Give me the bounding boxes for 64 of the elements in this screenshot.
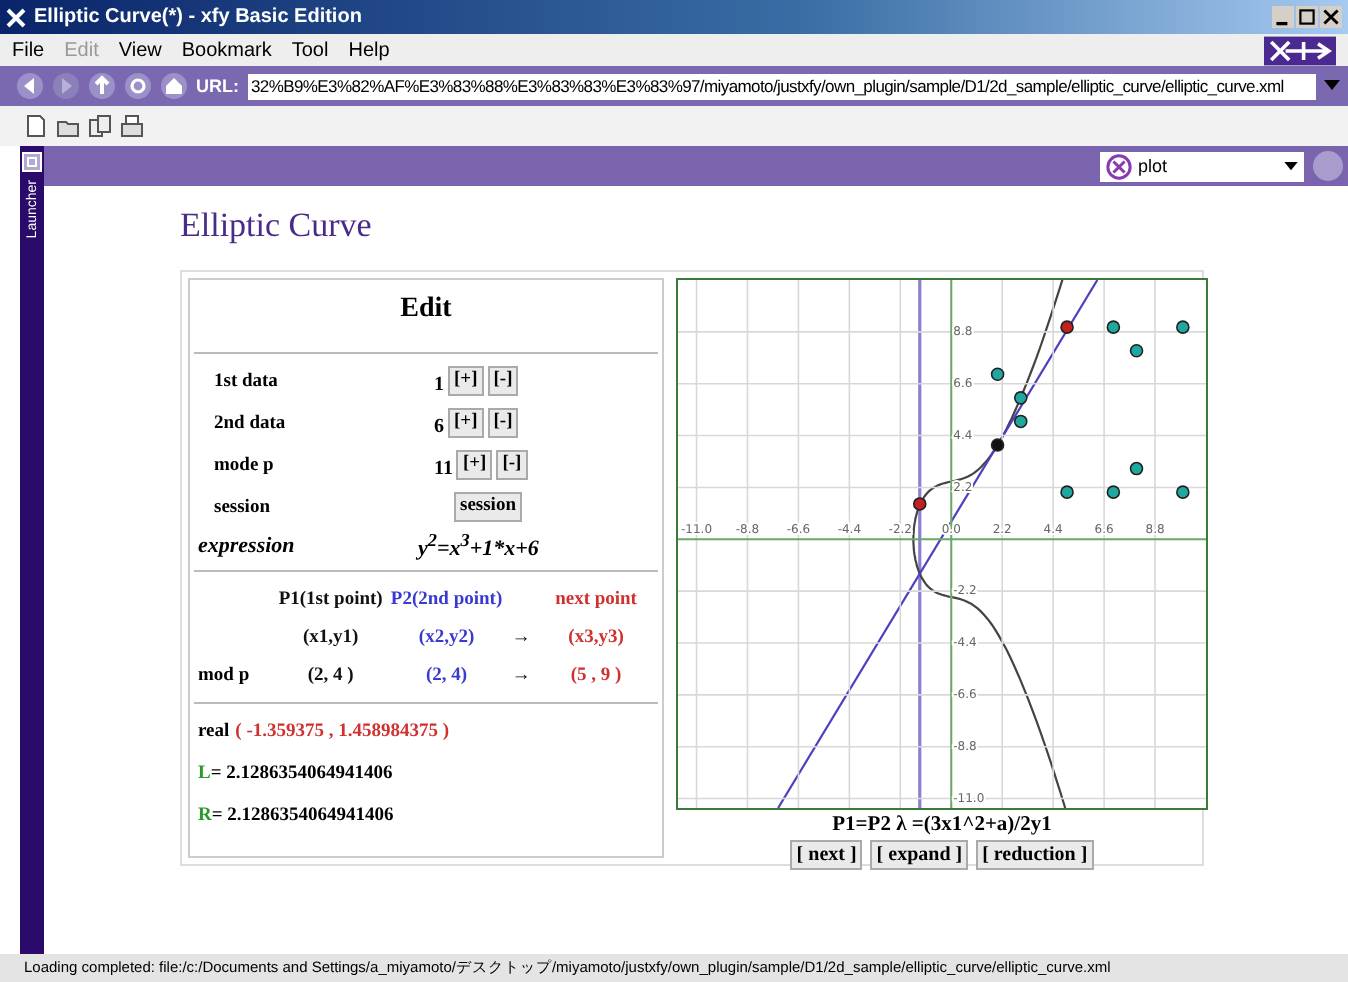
plot-button[interactable]: [ expand ] bbox=[870, 840, 969, 870]
row-label: mode p bbox=[212, 455, 276, 475]
result-name: L bbox=[198, 763, 211, 783]
maximize-icon[interactable] bbox=[1296, 6, 1318, 28]
copy-icon[interactable] bbox=[88, 114, 112, 138]
arrow-text: → bbox=[509, 665, 533, 685]
minimize-icon[interactable] bbox=[1272, 6, 1294, 28]
close-icon[interactable] bbox=[1320, 6, 1342, 28]
window-title: Elliptic Curve(*) - xfy Basic Edition bbox=[34, 6, 362, 28]
table-cell-text: (x3,y3) bbox=[566, 627, 626, 647]
plugin-select[interactable]: plot bbox=[1100, 151, 1304, 181]
value-text: 1 bbox=[434, 374, 444, 396]
menu-item[interactable]: File bbox=[12, 39, 45, 61]
step-button[interactable]: [+] bbox=[448, 366, 484, 396]
lambda-formula: P1=P2 λ =(3x1^2+a)/2y1 bbox=[832, 814, 1052, 836]
plot-button[interactable]: [ reduction ] bbox=[976, 840, 1094, 870]
row-label: 2nd data bbox=[212, 413, 288, 433]
table-cell-text: (x2,y2) bbox=[416, 627, 477, 647]
session-button[interactable]: session bbox=[454, 492, 522, 522]
column-header: next point bbox=[553, 589, 639, 609]
table-cell-text: (x1,y1) bbox=[300, 627, 361, 647]
back-icon[interactable] bbox=[16, 72, 44, 100]
row-label: 1st data bbox=[212, 371, 280, 391]
table-cell-text: (5 , 9 ) bbox=[568, 665, 624, 685]
edit-title: Edit bbox=[398, 292, 454, 328]
value-text: 6 bbox=[434, 416, 444, 438]
step-button[interactable]: [-] bbox=[487, 366, 519, 396]
url-field[interactable]: 32%B9%E3%82%AF%E3%83%88%E3%83%83%E3%83%97/miyamoto/justxfy/own_plugin/sample/D1/2d_sample/elliptic_curve/elliptic_curve.xml bbox=[247, 73, 1316, 99]
dropdown-arrow-icon bbox=[1284, 161, 1298, 171]
curve-equation: y$^{2}$=x$^{3}$+1*x+6 bbox=[418, 530, 539, 562]
real-label: real bbox=[198, 721, 230, 741]
menu-item[interactable]: Tool bbox=[291, 39, 329, 61]
result-value: = 2.1286354064941406 bbox=[211, 805, 394, 825]
real-value: ( -1.359375 , 1.458984375 ) bbox=[235, 721, 450, 741]
arrow-text: → bbox=[509, 627, 533, 647]
menu-item[interactable]: View bbox=[118, 39, 162, 61]
brand-logo-icon bbox=[1264, 35, 1336, 65]
reload-icon[interactable] bbox=[124, 72, 152, 100]
home-icon[interactable] bbox=[160, 72, 188, 100]
row-label: mod p bbox=[198, 665, 250, 685]
step-button[interactable]: [-] bbox=[487, 408, 519, 438]
result-value: = 2.1286354064941406 bbox=[210, 763, 393, 783]
row-label: expression bbox=[196, 534, 297, 558]
menu-item[interactable]: Help bbox=[348, 39, 390, 61]
step-button[interactable]: [-] bbox=[496, 450, 528, 480]
table-cell-text: (2, 4) bbox=[423, 665, 470, 685]
step-button[interactable]: [+] bbox=[456, 450, 493, 480]
row-label: session bbox=[212, 497, 272, 517]
up-icon[interactable] bbox=[88, 72, 116, 100]
column-header: P2(2nd point) bbox=[388, 589, 505, 609]
new-document-icon[interactable] bbox=[24, 114, 48, 138]
app-logo-icon bbox=[6, 7, 26, 27]
table-cell-text: (2, 4 ) bbox=[305, 665, 356, 685]
plugin-logo-icon bbox=[1106, 153, 1132, 179]
plot-button[interactable]: [ next ] bbox=[790, 840, 863, 870]
dropdown-arrow-icon[interactable] bbox=[1324, 80, 1340, 92]
column-header: P1(1st point) bbox=[276, 589, 385, 609]
url-label: URL: bbox=[196, 76, 239, 96]
page-heading: Elliptic Curve bbox=[180, 206, 374, 246]
step-button[interactable]: [+] bbox=[448, 408, 484, 438]
result-name: R bbox=[198, 805, 212, 825]
print-icon[interactable] bbox=[120, 114, 144, 138]
value-text: 11 bbox=[434, 458, 453, 480]
menu-item[interactable]: Bookmark bbox=[181, 39, 272, 61]
